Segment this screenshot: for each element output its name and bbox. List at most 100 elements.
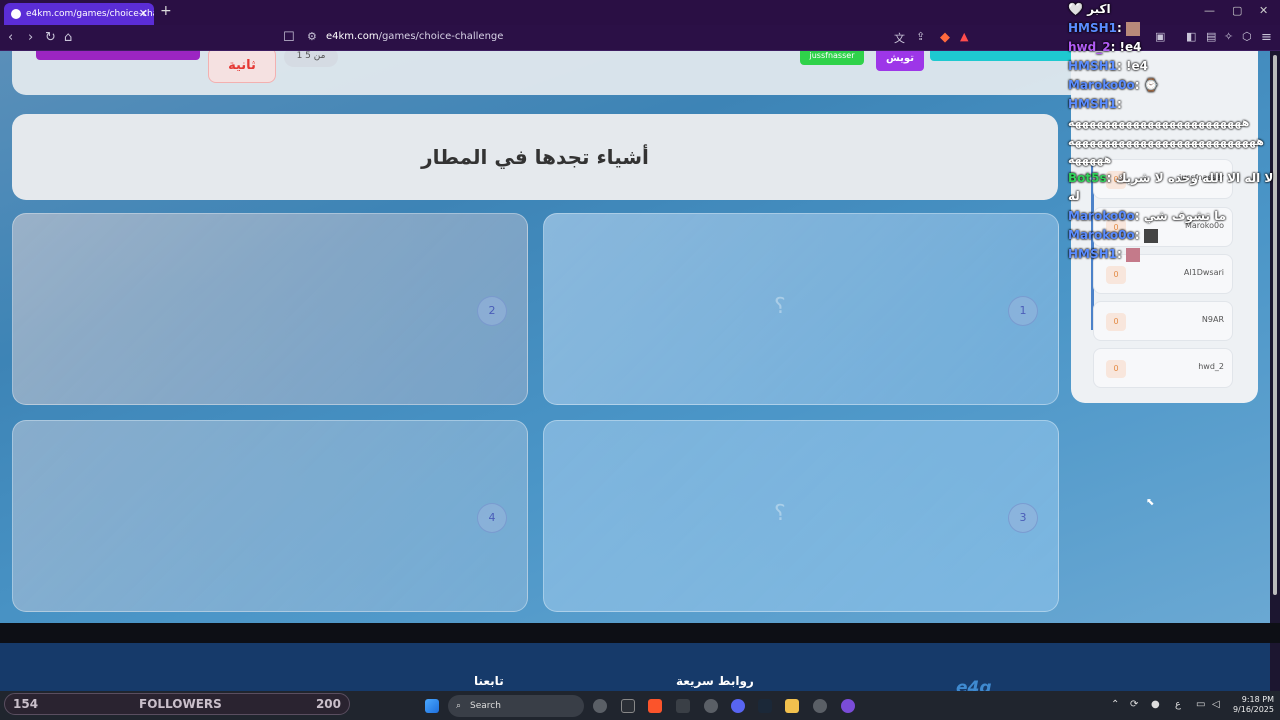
- page-divider: [0, 623, 1280, 643]
- reload-icon[interactable]: ↻: [45, 30, 56, 45]
- chat-text: :: [1117, 21, 1122, 35]
- tab-close-icon[interactable]: ✕: [139, 3, 148, 25]
- chat-user: Maroko0o: [1068, 209, 1135, 223]
- chat-line: ههههههههههههههههههههههههه: [1068, 116, 1249, 129]
- player-row: 0 N9AR: [1093, 301, 1233, 341]
- chat-text: :: [1134, 228, 1140, 242]
- app-icon[interactable]: [841, 699, 855, 713]
- brave-browser-icon[interactable]: [648, 699, 662, 713]
- clock-date: 9/16/2025: [1232, 705, 1274, 714]
- back-icon[interactable]: ‹: [8, 30, 13, 45]
- start-button[interactable]: [36, 51, 200, 60]
- option-card-4[interactable]: 4: [12, 420, 528, 612]
- chat-user: Maroko0o: [1068, 78, 1135, 92]
- brave-shield-icon[interactable]: ◆: [940, 30, 950, 45]
- address-bar[interactable]: e4km.com/games/choice-challenge: [326, 31, 503, 42]
- browser-tab[interactable]: e4km.com/games/choice-challe ✕: [4, 3, 154, 25]
- search-label: Search: [470, 701, 501, 711]
- tab-title: e4km.com/games/choice-challe: [26, 9, 154, 19]
- taskbar-clock[interactable]: 9:18 PM 9/16/2025: [1230, 695, 1274, 715]
- option-card-2[interactable]: 2: [12, 213, 528, 405]
- steam-icon[interactable]: [758, 699, 772, 713]
- chat-line: HMSH1:: [1068, 247, 1140, 262]
- site-favicon-icon: [11, 9, 21, 19]
- chat-line: Maroko0o: ⌚: [1068, 78, 1159, 92]
- chat-text: : !e4: [1117, 59, 1148, 73]
- tray-sync-icon[interactable]: ⟳: [1130, 699, 1138, 710]
- obs-icon[interactable]: [704, 699, 718, 713]
- chat-overlay: 🤍 اكبر HMSH1: hwd_2: !e4 HMSH1: !e4 Maro…: [1066, 0, 1280, 270]
- option-card-1[interactable]: ؟ 1: [543, 213, 1059, 405]
- followers-label: FOLLOWERS: [139, 697, 222, 711]
- windows-start-icon[interactable]: [425, 699, 439, 713]
- url-host: e4km.com: [326, 31, 379, 42]
- chat-user: HMSH1: [1068, 59, 1118, 73]
- emote-icon: [1125, 21, 1140, 36]
- question-title: أشياء تجدها في المطار: [12, 114, 1058, 200]
- file-explorer-icon[interactable]: [785, 699, 799, 713]
- followers-goal: 200: [315, 697, 341, 711]
- chat-user: hwd_2: [1068, 40, 1111, 54]
- emote-icon: [1125, 247, 1140, 262]
- mouse-cursor-icon: ⬉: [1146, 497, 1155, 508]
- emote-icon: [1143, 228, 1158, 243]
- forward-icon[interactable]: ›: [28, 30, 33, 45]
- player-score: 0: [1106, 360, 1126, 378]
- footer-follow-title: تابعنا: [474, 674, 504, 688]
- volume-icon[interactable]: ◁: [1212, 699, 1220, 710]
- chat-user: HMSH1: [1068, 21, 1118, 35]
- chat-line: Bot5s: لا اله الا الله وحده لا شريك: [1068, 171, 1273, 185]
- chat-line: HMSH1: !e4: [1068, 59, 1148, 73]
- player-row: 0 hwd_2: [1093, 348, 1233, 388]
- chat-text: ههههههههههههههههههههههههههه: [1068, 135, 1264, 148]
- chat-text: : لا اله الا الله وحده لا شريك: [1106, 171, 1274, 185]
- clock-time: 9:18 PM: [1241, 695, 1274, 704]
- option-mark: ؟: [774, 294, 786, 319]
- chat-line: HMSH1:: [1068, 21, 1140, 36]
- chat-text: له: [1068, 189, 1080, 203]
- app-icon[interactable]: [621, 699, 635, 713]
- language-indicator[interactable]: ع: [1175, 699, 1181, 710]
- chat-user: Maroko0o: [1068, 228, 1135, 242]
- tray-mic-icon[interactable]: ●: [1151, 699, 1160, 710]
- chat-text: : ما تشوف شي: [1134, 209, 1227, 223]
- chat-user: HMSH1: [1068, 247, 1118, 261]
- share-icon[interactable]: ⇪: [916, 30, 925, 43]
- chat-text: 🤍 اكبر: [1068, 2, 1111, 16]
- option-number: 4: [477, 503, 507, 533]
- translate-icon[interactable]: 文: [894, 30, 905, 46]
- option-card-3[interactable]: ؟ 3: [543, 420, 1059, 612]
- taskbar-search[interactable]: ⌕ Search: [448, 695, 584, 717]
- chat-text: ههههههههههههههههههههههههه: [1068, 116, 1250, 129]
- chat-line: hwd_2: !e4: [1068, 40, 1142, 54]
- chat-line: هههههه: [1068, 153, 1111, 166]
- home-icon[interactable]: ⌂: [64, 30, 72, 45]
- rewards-icon[interactable]: ▲: [960, 30, 968, 43]
- app-icon[interactable]: [813, 699, 827, 713]
- chat-user: Bot5s: [1068, 171, 1107, 185]
- chat-user: HMSH1: [1068, 97, 1118, 111]
- player-chip[interactable]: jussfnasser: [800, 51, 864, 65]
- option-number: 1: [1008, 296, 1038, 326]
- chat-text: :: [1117, 97, 1122, 111]
- app-icon[interactable]: [676, 699, 690, 713]
- chat-line: 🤍 اكبر: [1068, 2, 1111, 16]
- question-counter: 1 من 5: [284, 51, 338, 67]
- option-number: 2: [477, 296, 507, 326]
- followers-current: 154: [13, 697, 39, 711]
- new-tab-button[interactable]: +: [160, 3, 172, 19]
- bookmark-icon[interactable]: ☐: [283, 30, 295, 45]
- followers-goal-bar: 154 FOLLOWERS 200: [4, 693, 350, 715]
- tray-overflow-icon[interactable]: ⌃: [1111, 699, 1119, 710]
- footer-links-title: روابط سريعة: [676, 674, 754, 688]
- chat-line: Maroko0o:: [1068, 228, 1158, 243]
- chat-line: له: [1068, 189, 1080, 203]
- site-settings-icon[interactable]: ⚙: [307, 30, 317, 43]
- url-path: /games/choice-challenge: [378, 31, 504, 42]
- network-icon[interactable]: ▭: [1196, 699, 1205, 710]
- tweish-button[interactable]: تويش: [876, 51, 924, 71]
- player-name: hwd_2: [1198, 362, 1224, 371]
- chat-line: HMSH1:: [1068, 97, 1122, 111]
- discord-icon[interactable]: [731, 699, 745, 713]
- app-icon[interactable]: [593, 699, 607, 713]
